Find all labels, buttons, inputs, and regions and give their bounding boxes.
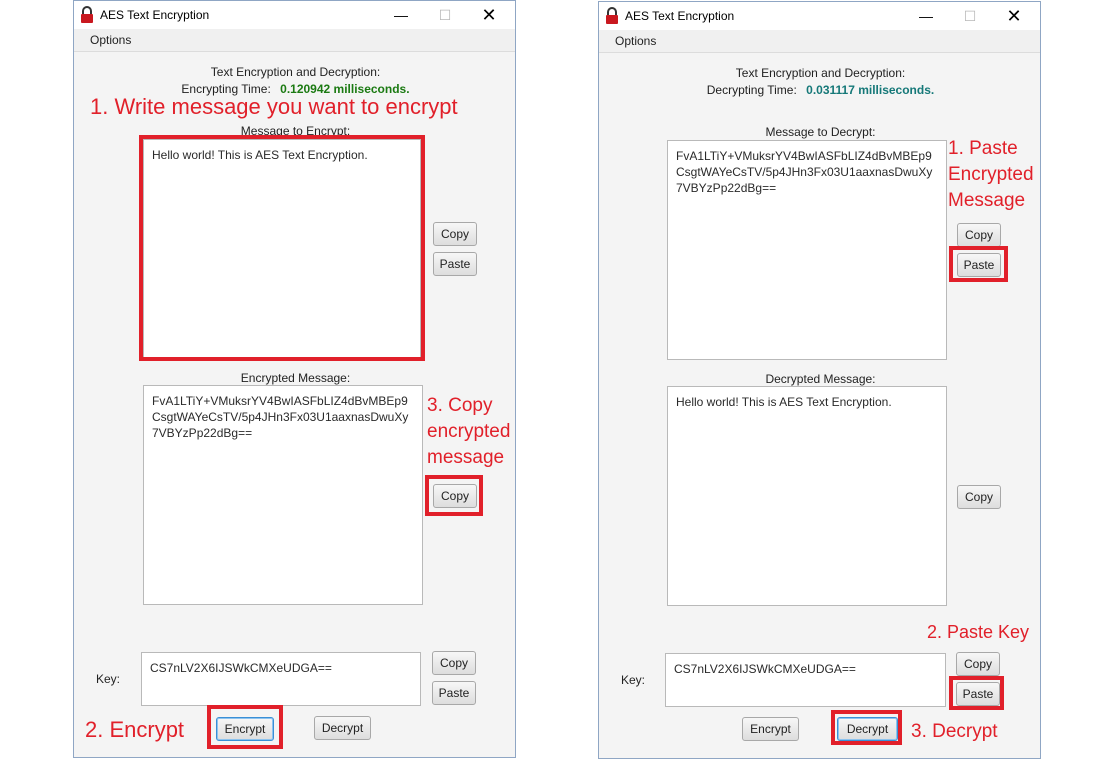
- copy-output-button[interactable]: Copy: [957, 485, 1001, 509]
- title-bar[interactable]: AES Text Encryption — ☐ ✕: [599, 2, 1040, 30]
- decrypted-output[interactable]: Hello world! This is AES Text Encryption…: [667, 386, 947, 606]
- annotation-step3-left-line1: 3. Copy: [427, 395, 493, 416]
- menu-bar: Options: [599, 30, 1040, 53]
- annotation-step1-right-line2: Encrypted: [948, 164, 1034, 185]
- message-input[interactable]: FvA1LTiY+VMuksrYV4BwIASFbLIZ4dBvMBEp9Csg…: [667, 140, 947, 360]
- input-label: Message to Decrypt:: [765, 125, 876, 139]
- paste-input-button[interactable]: Paste: [433, 252, 477, 276]
- highlight-paste-key: [949, 676, 1004, 710]
- menu-options[interactable]: Options: [615, 34, 656, 48]
- copy-key-button[interactable]: Copy: [956, 652, 1000, 676]
- annotation-step1-right-line1: 1. Paste: [948, 138, 1018, 159]
- annotation-step1-left: 1. Write message you want to encrypt: [90, 94, 458, 119]
- key-label: Key:: [96, 672, 121, 686]
- paste-key-button[interactable]: Paste: [432, 681, 476, 705]
- key-label: Key:: [621, 673, 646, 687]
- encrypt-button[interactable]: Encrypt: [742, 717, 799, 741]
- copy-input-button[interactable]: Copy: [957, 223, 1001, 247]
- time-value: 0.031117 milliseconds.: [806, 83, 935, 97]
- highlight-decrypt-button: [831, 710, 902, 745]
- decrypt-window: AES Text Encryption — ☐ ✕ Options Text E…: [598, 1, 1041, 759]
- key-input[interactable]: CS7nLV2X6IJSWkCMXeUDGA==: [141, 652, 421, 706]
- title-bar[interactable]: AES Text Encryption — ☐ ✕: [74, 1, 515, 29]
- menu-bar: Options: [74, 29, 515, 52]
- minimize-icon[interactable]: —: [387, 4, 415, 26]
- padlock-icon: [81, 6, 93, 23]
- output-label: Decrypted Message:: [765, 372, 876, 386]
- maximize-icon[interactable]: ☐: [956, 5, 984, 27]
- minimize-icon[interactable]: —: [912, 5, 940, 27]
- padlock-icon: [606, 7, 618, 24]
- annotation-step2-left: 2. Encrypt: [85, 717, 185, 742]
- annotation-step3-right: 3. Decrypt: [911, 721, 998, 742]
- highlight-encrypt-button: [207, 705, 283, 749]
- highlight-copy-encrypted: [425, 475, 483, 516]
- window-title: AES Text Encryption: [625, 9, 735, 23]
- highlight-paste-message: [949, 246, 1008, 282]
- time-row: Decrypting Time: 0.031117 milliseconds.: [599, 83, 1042, 97]
- close-icon[interactable]: ✕: [1000, 5, 1028, 27]
- time-label: Decrypting Time:: [706, 83, 797, 97]
- decrypt-button[interactable]: Decrypt: [314, 716, 371, 740]
- header-label: Text Encryption and Decryption:: [210, 65, 381, 79]
- annotation-step1-right-line3: Message: [948, 190, 1026, 211]
- encrypted-output[interactable]: FvA1LTiY+VMuksrYV4BwIASFbLIZ4dBvMBEp9Csg…: [143, 385, 423, 605]
- window-title: AES Text Encryption: [100, 8, 210, 22]
- copy-key-button[interactable]: Copy: [432, 651, 476, 675]
- annotation-step3-left-line2: encrypted: [427, 421, 511, 442]
- close-icon[interactable]: ✕: [475, 4, 503, 26]
- annotation-step2-right: 2. Paste Key: [927, 622, 1030, 642]
- output-label: Encrypted Message:: [240, 371, 351, 385]
- header-label: Text Encryption and Decryption:: [735, 66, 906, 80]
- key-input[interactable]: CS7nLV2X6IJSWkCMXeUDGA==: [665, 653, 946, 707]
- highlight-message-input: [139, 135, 425, 361]
- annotation-step3-left-line3: message: [427, 447, 505, 468]
- maximize-icon[interactable]: ☐: [431, 4, 459, 26]
- menu-options[interactable]: Options: [90, 33, 131, 47]
- copy-input-button[interactable]: Copy: [433, 222, 477, 246]
